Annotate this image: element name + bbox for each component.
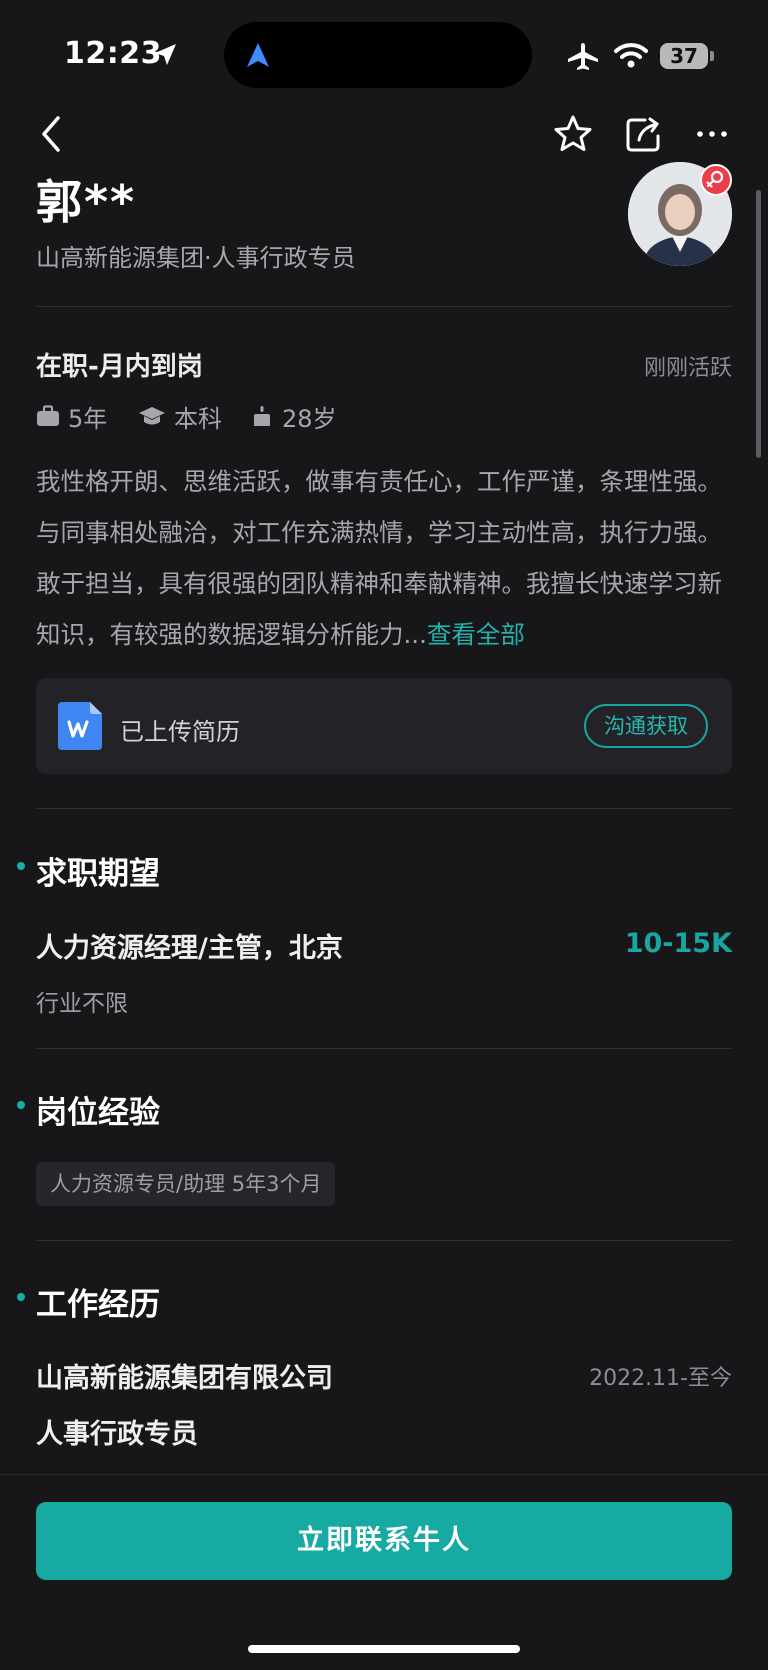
header-divider <box>36 306 732 307</box>
experience-years: 5年 <box>68 404 108 433</box>
resume-uploaded-label: 已上传简历 <box>120 718 240 746</box>
meta-age: 28岁 <box>250 400 337 433</box>
battery-tip <box>710 51 714 61</box>
request-resume-button[interactable]: 沟通获取 <box>584 704 708 748</box>
work-period: 2022.11-至今 <box>589 1366 732 1391</box>
education-level: 本科 <box>174 404 222 433</box>
job-status: 在职-月内到岗 <box>36 352 203 382</box>
section-dot <box>17 862 25 870</box>
expected-salary: 10-15K <box>624 928 732 959</box>
candidate-subtitle: 山高新能源集团·人事行政专员 <box>36 244 356 272</box>
section-dot <box>17 1101 25 1109</box>
candidate-name: 郭** <box>36 175 137 229</box>
navigation-arrow-icon <box>247 43 269 67</box>
briefcase-icon <box>37 405 59 426</box>
expected-industry: 行业不限 <box>36 991 128 1017</box>
experience-divider <box>36 1240 732 1241</box>
section-dot <box>17 1293 25 1301</box>
birthday-cake-icon <box>254 406 270 426</box>
favorite-star-icon[interactable] <box>553 114 593 154</box>
meta-experience: 5年 <box>36 400 108 433</box>
section-title-work-history: 工作经历 <box>36 1287 160 1323</box>
intro-text: 我性格开朗、思维活跃，做事有责任心，工作严谨，条理性强。与同事相处融洽，对工作充… <box>36 467 722 649</box>
more-options-icon[interactable] <box>692 114 732 154</box>
view-all-link[interactable]: 查看全部 <box>427 620 525 649</box>
scrollbar[interactable] <box>756 190 761 458</box>
status-time: 12:23 <box>64 36 162 71</box>
work-position: 人事行政专员 <box>36 1419 198 1450</box>
airplane-mode-icon <box>568 43 598 70</box>
graduation-cap-icon <box>139 407 165 425</box>
word-document-icon <box>58 702 102 750</box>
section-title-experience: 岗位经验 <box>36 1095 160 1131</box>
self-introduction: 我性格开朗、思维活跃，做事有责任心，工作严谨，条理性强。与同事相处融洽，对工作充… <box>36 456 736 660</box>
back-button[interactable] <box>34 114 70 154</box>
candidate-age: 28岁 <box>282 404 337 433</box>
active-status: 刚刚活跃 <box>643 356 732 381</box>
experience-tag: 人力资源专员/助理 5年3个月 <box>36 1162 336 1206</box>
female-gender-icon <box>700 164 732 196</box>
location-arrow-icon <box>155 44 176 65</box>
home-indicator[interactable] <box>248 1645 520 1653</box>
meta-education: 本科 <box>138 400 222 433</box>
wifi-icon <box>614 43 648 68</box>
section-title-expectation: 求职期望 <box>36 856 160 892</box>
expected-position: 人力资源经理/主管，北京 <box>36 933 343 964</box>
share-icon[interactable] <box>623 114 663 154</box>
contact-candidate-button[interactable]: 立即联系牛人 <box>36 1502 732 1580</box>
dynamic-island <box>224 22 532 88</box>
work-company[interactable]: 山高新能源集团有限公司 <box>36 1356 333 1395</box>
battery-level: 37 <box>660 43 708 69</box>
resume-divider <box>36 808 732 809</box>
expectation-divider <box>36 1048 732 1049</box>
